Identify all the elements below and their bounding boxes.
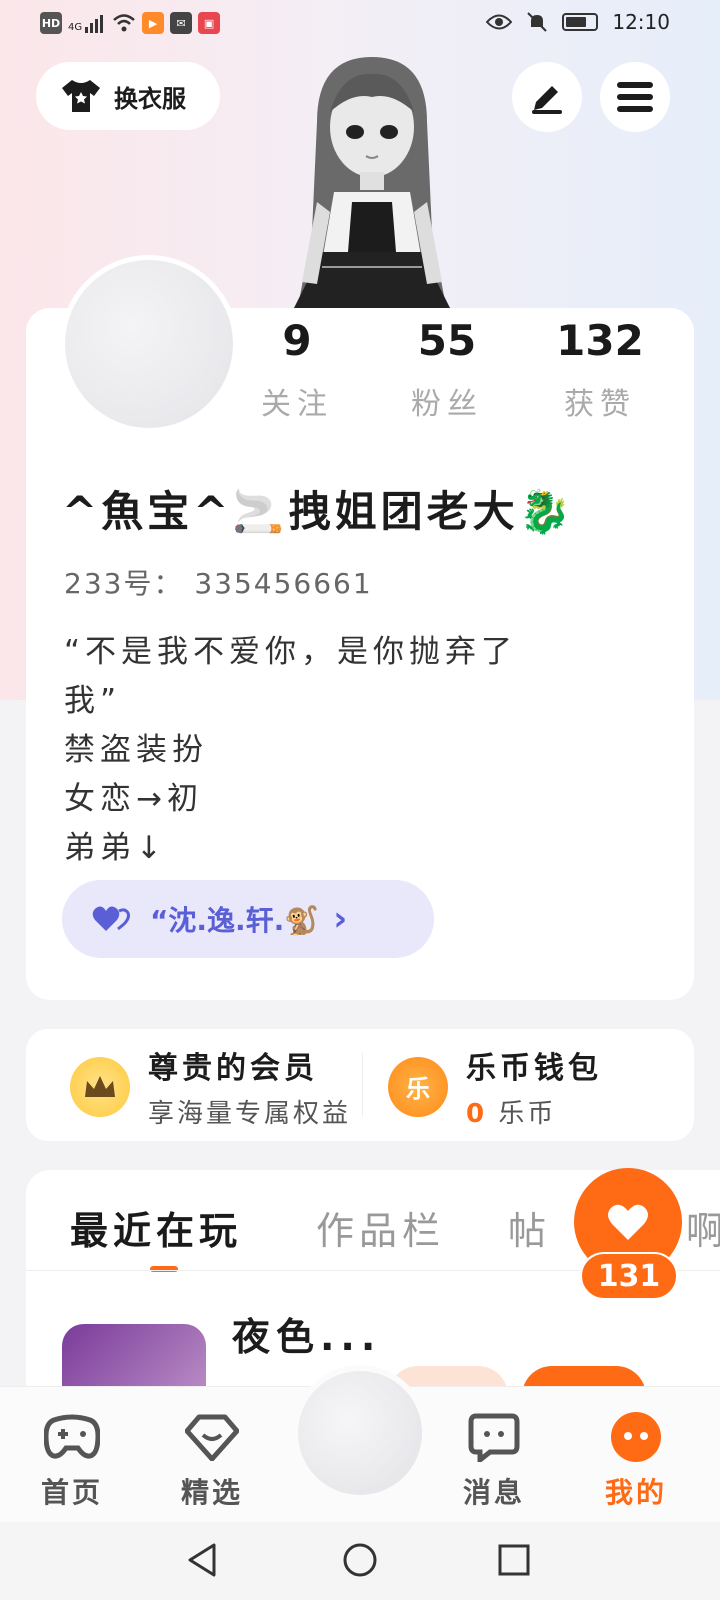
coin-icon: 乐	[388, 1056, 448, 1117]
nav-me-label: 我的	[604, 1476, 667, 1509]
stat-likes-label: 获赞	[564, 387, 636, 422]
heart-icon	[608, 1204, 648, 1240]
edit-profile-button[interactable]	[512, 62, 582, 132]
tab-posts[interactable]: 帖	[508, 1200, 551, 1255]
battery-icon	[562, 13, 599, 31]
profile-face-icon	[611, 1412, 661, 1462]
nav-home[interactable]: 首页	[22, 1409, 122, 1511]
mail-app-icon: ✉	[170, 12, 193, 34]
wallet-unit: 乐币	[498, 1099, 557, 1129]
stat-fans-label: 粉丝	[411, 387, 483, 422]
crown-icon	[70, 1056, 130, 1117]
eye-icon	[486, 14, 513, 30]
couple-hearts-icon	[92, 906, 130, 931]
clock: 12:10	[612, 10, 670, 34]
mute-icon	[527, 12, 548, 32]
calendar-app-icon: ▣	[198, 12, 221, 34]
stat-fans[interactable]: 55 粉丝	[377, 316, 517, 423]
tab-recently-played[interactable]: 最近在玩	[70, 1200, 242, 1255]
change-outfit-button[interactable]: 换衣服	[36, 62, 220, 130]
pen-icon	[532, 86, 562, 114]
username: ^魚宝^🚬拽姐团老大🐉	[62, 487, 575, 536]
bottom-nav: 首页 精选 消息 我的	[0, 1365, 720, 1522]
recents-icon[interactable]	[498, 1544, 530, 1576]
vip-subtitle: 享海量专属权益	[148, 1099, 352, 1129]
avatar[interactable]	[60, 255, 238, 433]
relationship-pill[interactable]: “沈.逸.轩.🐒 ›	[62, 880, 434, 958]
wifi-icon	[113, 14, 135, 32]
user-id[interactable]: 233号： 335456661	[64, 562, 373, 602]
stat-following-value: 9	[282, 316, 312, 365]
chat-bubble-icon	[468, 1413, 520, 1462]
game-title[interactable]: 夜色...	[232, 1306, 381, 1361]
bio-text: “不是我不爱你，是你抛弃了 我” 禁盗装扮 女恋→初 弟弟↓	[64, 634, 518, 866]
wallet-title: 乐币钱包	[466, 1051, 602, 1086]
nav-home-label: 首页	[40, 1476, 103, 1509]
hd-icon: HD	[40, 12, 62, 34]
chevron-right-icon: ›	[333, 899, 348, 939]
stat-likes[interactable]: 132 获赞	[530, 316, 670, 423]
like-count-badge: 131	[580, 1252, 678, 1300]
tshirt-icon	[62, 80, 100, 112]
menu-icon	[617, 82, 653, 112]
membership-wallet-card: 尊贵的会员 享海量专属权益 乐 乐币钱包 0 乐币	[26, 1029, 694, 1141]
video-app-icon: ▶	[142, 12, 165, 34]
heart-diamond-icon	[185, 1414, 239, 1461]
stat-following-label: 关注	[261, 387, 333, 422]
vip-membership-entry[interactable]: 尊贵的会员 享海量专属权益	[70, 1043, 351, 1130]
stat-fans-value: 55	[417, 316, 477, 365]
relationship-name: “沈.逸.轩.🐒	[150, 904, 320, 937]
back-icon[interactable]	[186, 1542, 218, 1578]
stat-likes-value: 132	[556, 316, 644, 365]
nav-featured[interactable]: 精选	[162, 1409, 262, 1511]
nav-center-avatar-button[interactable]	[292, 1365, 428, 1501]
gamepad-icon	[44, 1414, 100, 1459]
home-icon[interactable]	[342, 1542, 378, 1578]
active-tab-indicator	[150, 1266, 178, 1272]
wallet-amount: 0	[466, 1099, 488, 1129]
system-nav-bar	[0, 1522, 720, 1600]
nav-me[interactable]: 我的	[586, 1409, 686, 1511]
wallet-entry[interactable]: 乐 乐币钱包 0 乐币	[388, 1043, 602, 1130]
stat-following[interactable]: 9 关注	[227, 316, 367, 423]
tab-works[interactable]: 作品栏	[316, 1200, 445, 1255]
vip-title: 尊贵的会员	[148, 1051, 318, 1086]
nav-messages[interactable]: 消息	[444, 1409, 544, 1511]
avatar-character-figure[interactable]	[262, 52, 482, 312]
divider	[362, 1053, 363, 1117]
status-bar: HD 4G ▶ ✉ ▣ 12:10	[0, 0, 720, 48]
tab-more[interactable]: 啊	[686, 1200, 720, 1255]
nav-featured-label: 精选	[180, 1476, 243, 1509]
nav-messages-label: 消息	[462, 1476, 525, 1509]
menu-button[interactable]	[600, 62, 670, 132]
change-outfit-label: 换衣服	[114, 84, 186, 113]
cellular-signal-icon: 4G	[68, 13, 106, 33]
